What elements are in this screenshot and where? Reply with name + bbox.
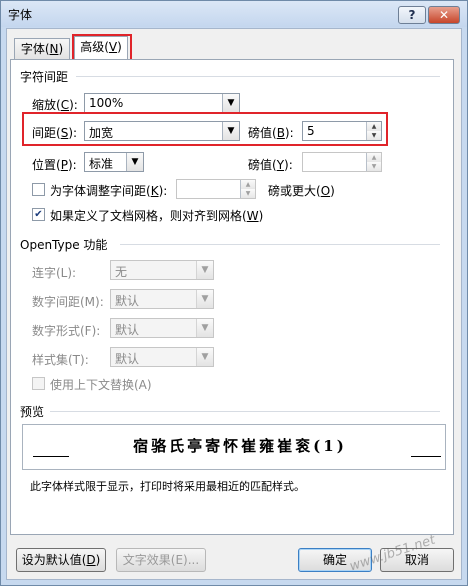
checkmark-icon: ✔: [34, 209, 43, 220]
snap-grid-label: 如果定义了文档网格，则对齐到网格(W): [50, 209, 264, 223]
spin-down-icon[interactable]: ▼: [367, 162, 381, 171]
preview-note: 此字体样式限于显示，打印时将采用最相近的匹配样式。: [30, 480, 305, 493]
preview-sample: 宿骆氏亭寄怀崔雍崔衮(1): [133, 437, 347, 455]
ligatures-label: 连字(L):: [32, 266, 77, 280]
chevron-down-icon[interactable]: ▼: [196, 290, 213, 308]
position-by-spinner[interactable]: ▲ ▼: [302, 152, 382, 172]
chevron-down-icon[interactable]: ▼: [196, 319, 213, 337]
contextual-checkbox[interactable]: [32, 377, 45, 390]
number-forms-combobox[interactable]: 默认 ▼: [110, 318, 214, 338]
dialog-title: 字体: [8, 8, 33, 22]
preview-rule: [33, 456, 69, 457]
position-label: 位置(P):: [32, 158, 77, 172]
chevron-down-icon[interactable]: ▼: [126, 153, 143, 171]
spacing-combobox[interactable]: 加宽 ▼: [84, 121, 240, 141]
position-combobox[interactable]: 标准 ▼: [84, 152, 144, 172]
spacing-by-label: 磅值(B):: [248, 126, 294, 140]
spin-down-icon[interactable]: ▼: [241, 189, 255, 198]
kerning-spinner[interactable]: ▲ ▼: [176, 179, 256, 199]
ligatures-combobox[interactable]: 无 ▼: [110, 260, 214, 280]
tab-font[interactable]: 字体(N): [14, 38, 70, 60]
spacing-label: 间距(S):: [32, 126, 78, 140]
number-spacing-label: 数字间距(M):: [32, 295, 104, 309]
preview-rule: [411, 456, 441, 457]
section-divider: [50, 411, 440, 412]
stylistic-sets-combobox[interactable]: 默认 ▼: [110, 347, 214, 367]
position-by-label: 磅值(Y):: [248, 158, 293, 172]
spacing-by-spinner[interactable]: 5 ▲ ▼: [302, 121, 382, 141]
kerning-checkbox[interactable]: [32, 183, 45, 196]
chevron-down-icon[interactable]: ▼: [222, 94, 239, 112]
help-button[interactable]: ?: [398, 6, 426, 24]
snap-grid-checkbox[interactable]: ✔: [32, 208, 45, 221]
close-button[interactable]: ✕: [428, 6, 460, 24]
chevron-down-icon[interactable]: ▼: [196, 261, 213, 279]
kerning-label: 为字体调整字间距(K):: [50, 184, 168, 198]
preview-box: 宿骆氏亭寄怀崔雍崔衮(1): [22, 424, 446, 470]
scale-label: 缩放(C):: [32, 98, 78, 112]
set-default-button[interactable]: 设为默认值(D): [16, 548, 106, 572]
chevron-down-icon[interactable]: ▼: [222, 122, 239, 140]
section-divider: [76, 76, 440, 77]
number-spacing-combobox[interactable]: 默认 ▼: [110, 289, 214, 309]
section-character-spacing: 字符间距: [20, 70, 69, 84]
number-forms-label: 数字形式(F):: [32, 324, 101, 338]
text-effects-button[interactable]: 文字效果(E)...: [116, 548, 206, 572]
stylistic-sets-label: 样式集(T):: [32, 353, 89, 367]
tab-highlight: [72, 34, 132, 61]
contextual-label: 使用上下文替换(A): [50, 378, 152, 392]
section-divider: [120, 244, 440, 245]
kerning-points-label: 磅或更大(O): [268, 184, 335, 198]
section-preview: 预览: [20, 405, 45, 419]
spin-down-icon[interactable]: ▼: [367, 131, 381, 140]
chevron-down-icon[interactable]: ▼: [196, 348, 213, 366]
scale-combobox[interactable]: 100% ▼: [84, 93, 240, 113]
section-opentype: OpenType 功能: [20, 238, 108, 252]
